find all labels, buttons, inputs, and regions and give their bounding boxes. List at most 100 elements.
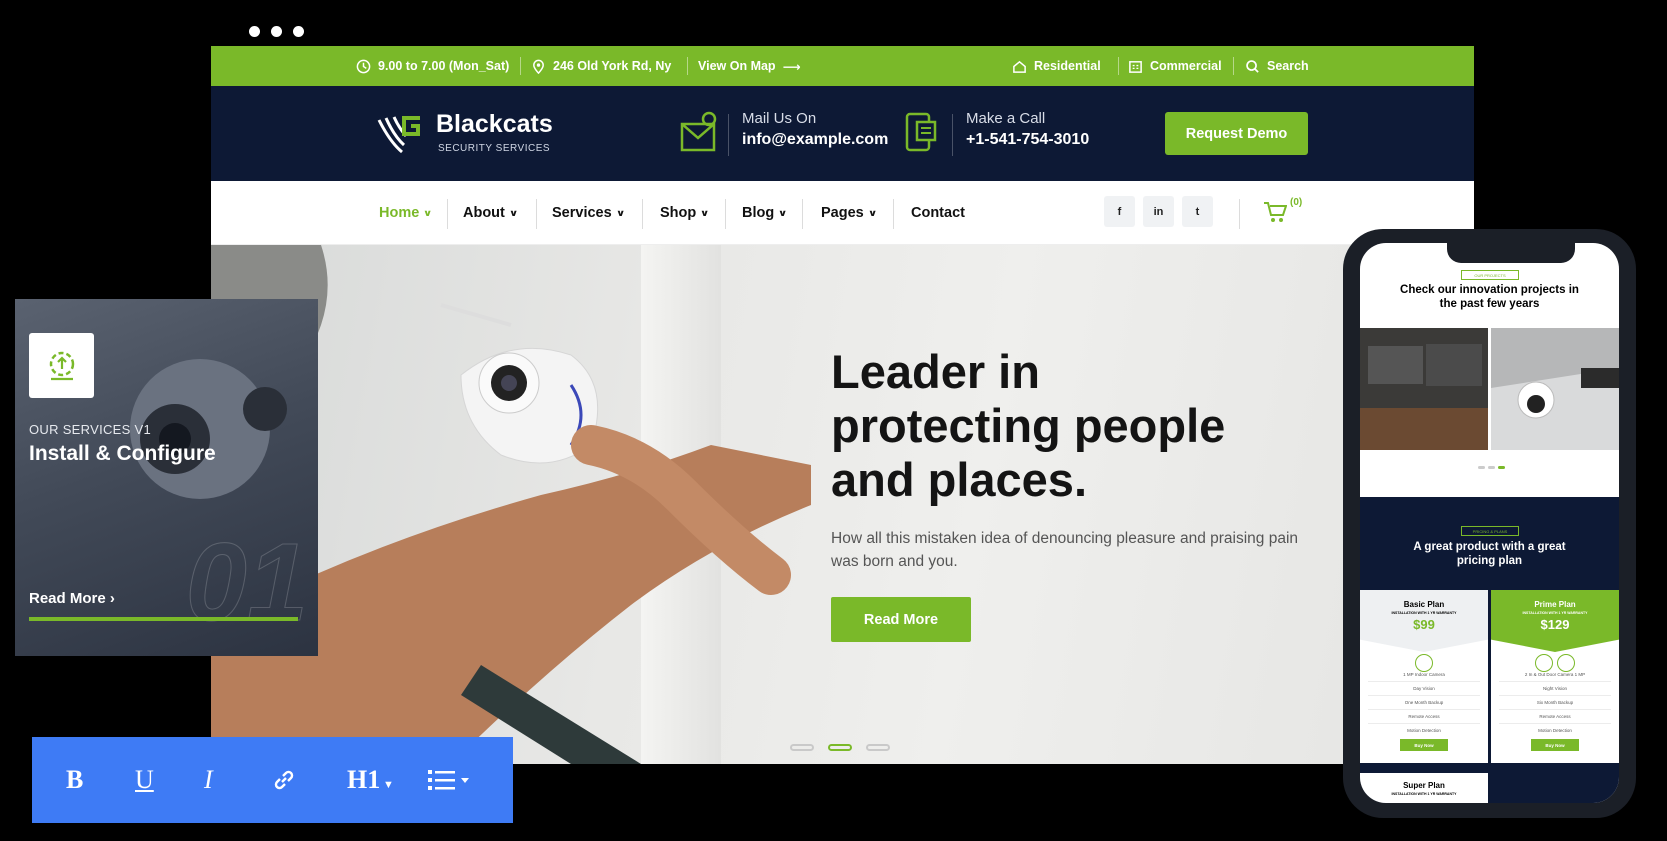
hours-item: 9.00 to 7.00 (Mon_Sat) xyxy=(356,46,509,86)
service-read-more-link[interactable]: Read More › xyxy=(29,590,115,607)
ceiling-camera-photo xyxy=(1491,328,1619,450)
divider xyxy=(728,114,729,156)
service-kicker: OUR SERVICES V1 xyxy=(29,422,152,437)
plan-feature: Six Month Backup xyxy=(1499,696,1611,710)
divider xyxy=(1233,57,1234,75)
hero-read-more-button[interactable]: Read More xyxy=(831,597,971,642)
nav-item-blog[interactable]: Blog ∨ xyxy=(742,181,788,245)
pricing-title: A great product with a great pricing pla… xyxy=(1360,540,1619,568)
nav-label: Contact xyxy=(911,205,965,221)
caret-down-icon: ▼ xyxy=(380,779,394,791)
slider-dot[interactable] xyxy=(1488,466,1495,469)
nav-item-services[interactable]: Services ∨ xyxy=(552,181,625,245)
heading-dropdown[interactable]: H1 ▼ xyxy=(347,765,394,795)
address-item: 246 Old York Rd, Ny xyxy=(531,46,671,86)
project-image-monitors[interactable] xyxy=(1360,328,1488,450)
plan-name: Prime Plan xyxy=(1534,600,1576,609)
nav-label: Services xyxy=(552,205,612,221)
shield-logo-icon[interactable] xyxy=(376,112,424,156)
buy-now-button[interactable]: Buy Now xyxy=(1531,739,1579,751)
nav-label: Blog xyxy=(742,205,775,221)
search-icon xyxy=(1246,59,1259,73)
text-format-toolbar: B U I H1 ▼ xyxy=(32,737,513,823)
list-dropdown-icon[interactable] xyxy=(427,767,475,793)
slider-dot[interactable] xyxy=(866,744,890,751)
link-icon[interactable] xyxy=(271,767,297,793)
window-dot xyxy=(293,26,304,37)
chevron-down-icon: ∨ xyxy=(700,207,710,218)
pricing-kicker: PRICING & PLANS xyxy=(1461,526,1519,536)
phone-screen: OUR PROJECTS Check our innovation projec… xyxy=(1360,243,1619,803)
divider xyxy=(802,199,803,229)
chevron-down-icon: ∨ xyxy=(508,207,519,218)
divider xyxy=(725,199,726,229)
slider-dot-active[interactable] xyxy=(828,744,852,751)
search-link[interactable]: Search xyxy=(1245,46,1309,86)
plan-subtitle: INSTALLATION WITH 1 YR WARRANTY xyxy=(1391,611,1457,615)
slider-pagination xyxy=(790,744,890,751)
view-on-map-label: View On Map xyxy=(698,59,776,73)
heading-label: H1 xyxy=(347,765,381,794)
twitter-icon[interactable]: t xyxy=(1182,196,1213,227)
brand-name[interactable]: Blackcats xyxy=(436,110,553,139)
projects-kicker: OUR PROJECTS xyxy=(1461,270,1519,280)
search-label: Search xyxy=(1267,59,1309,73)
divider xyxy=(536,199,537,229)
plan-feature: Remote Access xyxy=(1499,710,1611,724)
read-more-label: Read More xyxy=(29,590,106,607)
hero-title: Leader in protecting people and places. xyxy=(831,345,1291,507)
divider xyxy=(447,199,448,229)
underline-button[interactable]: U xyxy=(135,765,154,795)
slider-dot-active[interactable] xyxy=(1498,466,1505,469)
plan-feature: Motion Detection xyxy=(1407,728,1441,733)
slider-dot[interactable] xyxy=(1478,466,1485,469)
nav-item-pages[interactable]: Pages ∨ xyxy=(821,181,877,245)
mail-label: Mail Us On xyxy=(742,110,817,127)
facebook-icon[interactable]: f xyxy=(1104,196,1135,227)
nav-item-shop[interactable]: Shop ∨ xyxy=(660,181,710,245)
bold-button[interactable]: B xyxy=(66,765,83,795)
window-dots xyxy=(249,26,304,37)
chevron-down-icon: ∨ xyxy=(778,207,788,218)
plan-price: $99 xyxy=(1413,617,1435,632)
slider-dot[interactable] xyxy=(790,744,814,751)
projects-title: Check our innovation projects in the pas… xyxy=(1360,283,1619,311)
buy-now-button[interactable]: Buy Now xyxy=(1400,739,1448,751)
hero-title-line: and places. xyxy=(831,453,1087,506)
pricing-card-super: Super Plan INSTALLATION WITH 1 YR WARRAN… xyxy=(1360,773,1488,803)
call-label: Make a Call xyxy=(966,110,1046,127)
plan-name: Super Plan xyxy=(1403,781,1445,790)
window-dot xyxy=(249,26,260,37)
hero-description: How all this mistaken idea of denouncing… xyxy=(831,530,1299,570)
commercial-link[interactable]: Commercial xyxy=(1128,46,1222,86)
chevron-down-icon: ∨ xyxy=(423,207,433,218)
shopping-cart-icon[interactable] xyxy=(1263,201,1287,223)
hero-slider: Leader in protecting people and places. … xyxy=(211,245,1474,764)
residential-label: Residential xyxy=(1034,59,1101,73)
plan-header: Basic Plan INSTALLATION WITH 1 YR WARRAN… xyxy=(1360,590,1488,652)
nav-item-home[interactable]: Home ∨ xyxy=(379,181,433,245)
hero-title-line: Leader in xyxy=(831,345,1040,398)
plan-header: Prime Plan INSTALLATION WITH 1 YR WARRAN… xyxy=(1491,590,1619,652)
plan-price: $129 xyxy=(1540,617,1570,632)
nav-label: Pages xyxy=(821,205,864,221)
call-value[interactable]: +1-541-754-3010 xyxy=(966,131,1089,149)
plan-feature: Day Vision xyxy=(1368,682,1480,696)
window-dot xyxy=(271,26,282,37)
cart-count-badge: (0) xyxy=(1290,197,1303,208)
nav-item-about[interactable]: About ∨ xyxy=(463,181,519,245)
service-number: 01 xyxy=(185,521,308,645)
project-image-camera[interactable] xyxy=(1491,328,1619,450)
linkedin-icon[interactable]: in xyxy=(1143,196,1174,227)
nav-item-contact[interactable]: Contact xyxy=(911,181,965,245)
brand-header: Blackcats SECURITY SERVICES Mail Us On i… xyxy=(211,86,1474,181)
service-card: 01 OUR SERVICES V1 Install & Configure R… xyxy=(15,299,318,656)
italic-button[interactable]: I xyxy=(204,765,213,795)
arrow-right-icon: ⟶ xyxy=(782,59,801,74)
plan-feature: 1 MP Indoor Camera xyxy=(1368,668,1480,682)
desktop-site-preview: 9.00 to 7.00 (Mon_Sat) 246 Old York Rd, … xyxy=(211,46,1474,764)
mail-value[interactable]: info@example.com xyxy=(742,131,888,149)
request-demo-button[interactable]: Request Demo xyxy=(1165,112,1308,155)
residential-link[interactable]: Residential xyxy=(1012,46,1101,86)
view-on-map-link[interactable]: View On Map ⟶ xyxy=(698,46,801,86)
